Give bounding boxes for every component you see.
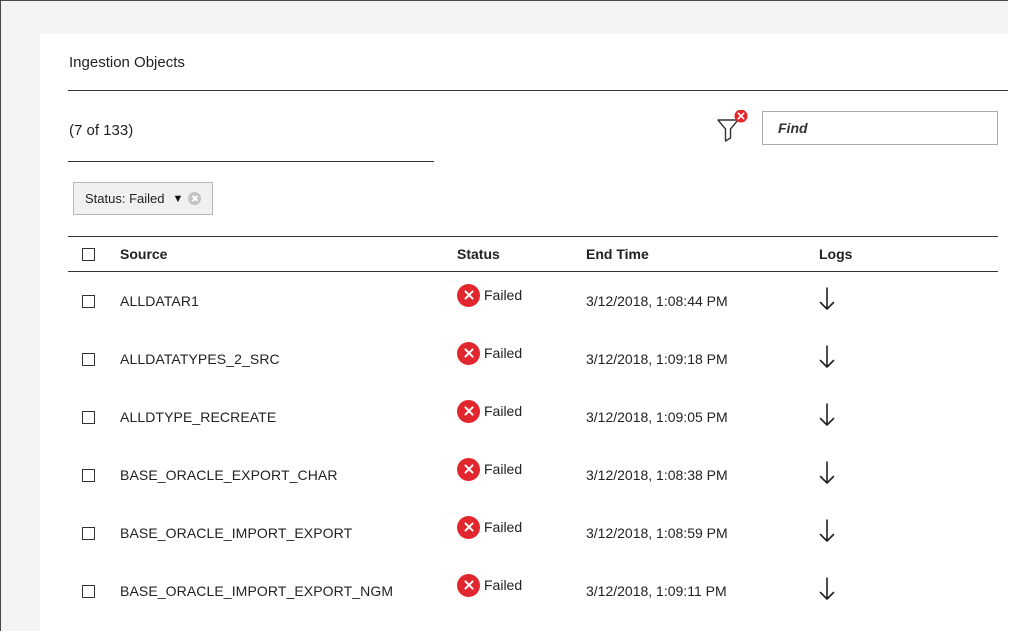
header-logs: Logs bbox=[819, 246, 853, 262]
title-divider bbox=[68, 90, 1008, 91]
row-checkbox[interactable] bbox=[82, 352, 95, 366]
download-log-icon[interactable] bbox=[819, 519, 835, 543]
table-row: ALLDATAR1 Failed 3/12/2018, 1:08:44 PM bbox=[68, 272, 998, 330]
row-source: BASE_ORACLE_IMPORT_EXPORT_NGM bbox=[120, 583, 394, 599]
row-end-time: 3/12/2018, 1:08:59 PM bbox=[586, 525, 728, 541]
failed-status-icon bbox=[457, 457, 480, 481]
table-row: BASE_ORACLE_IMPORT_EXPORT_NGM Failed 3/1… bbox=[68, 562, 998, 620]
status-text: Failed bbox=[484, 519, 523, 535]
row-checkbox[interactable] bbox=[82, 294, 95, 308]
row-checkbox[interactable] bbox=[82, 584, 95, 598]
status-text: Failed bbox=[484, 287, 523, 303]
table-row: ALLDTYPE_RECREATE Failed 3/12/2018, 1:09… bbox=[68, 388, 998, 446]
row-source: ALLDATAR1 bbox=[120, 293, 199, 309]
failed-status-icon bbox=[457, 573, 480, 597]
row-source: BASE_ORACLE_EXPORT_CHAR bbox=[120, 467, 338, 483]
download-log-icon[interactable] bbox=[819, 345, 835, 369]
status-filter-chip[interactable]: Status: Failed ▼ bbox=[73, 182, 214, 215]
header-end-time[interactable]: End Time bbox=[586, 237, 649, 271]
failed-status-icon bbox=[457, 399, 480, 423]
row-source: ALLDATATYPES_2_SRC bbox=[120, 351, 280, 367]
status-filter-label: Status: Failed bbox=[85, 191, 165, 206]
download-log-icon[interactable] bbox=[819, 461, 835, 485]
failed-status-icon bbox=[457, 283, 480, 307]
table-header: Source Status End Time Logs bbox=[68, 236, 998, 272]
status-cell: Failed bbox=[457, 573, 523, 597]
find-input[interactable] bbox=[762, 111, 998, 145]
header-source[interactable]: Source bbox=[120, 237, 167, 271]
row-source: ALLDTYPE_RECREATE bbox=[120, 409, 277, 425]
row-source: BASE_ORACLE_IMPORT_EXPORT bbox=[120, 525, 353, 541]
caret-down-icon[interactable]: ▼ bbox=[173, 193, 184, 205]
download-log-icon[interactable] bbox=[819, 577, 835, 601]
failed-status-icon bbox=[457, 341, 480, 365]
clear-filter-icon[interactable] bbox=[188, 192, 202, 205]
status-cell: Failed bbox=[457, 283, 523, 307]
row-checkbox[interactable] bbox=[82, 410, 95, 424]
table-row: BASE_ORACLE_EXPORT_CHAR Failed 3/12/2018… bbox=[68, 446, 998, 504]
row-checkbox[interactable] bbox=[82, 468, 95, 482]
result-count: (7 of 133) bbox=[69, 122, 134, 139]
status-cell: Failed bbox=[457, 341, 523, 365]
row-end-time: 3/12/2018, 1:09:11 PM bbox=[586, 583, 727, 599]
status-text: Failed bbox=[484, 577, 523, 593]
status-text: Failed bbox=[484, 403, 523, 419]
download-log-icon[interactable] bbox=[819, 287, 835, 311]
row-checkbox[interactable] bbox=[82, 526, 95, 540]
status-cell: Failed bbox=[457, 457, 523, 481]
row-end-time: 3/12/2018, 1:08:44 PM bbox=[586, 293, 728, 309]
table-body: ALLDATAR1 Failed 3/12/2018, 1:08:44 PM A… bbox=[68, 272, 998, 620]
table-row: ALLDATATYPES_2_SRC Failed 3/12/2018, 1:0… bbox=[68, 330, 998, 388]
ingestion-table: Source Status End Time Logs ALLDATAR1 Fa… bbox=[68, 236, 998, 620]
count-divider bbox=[68, 161, 434, 162]
table-row: BASE_ORACLE_IMPORT_EXPORT Failed 3/12/20… bbox=[68, 504, 998, 562]
download-log-icon[interactable] bbox=[819, 403, 835, 427]
row-end-time: 3/12/2018, 1:08:38 PM bbox=[586, 467, 728, 483]
panel-title: Ingestion Objects bbox=[69, 54, 185, 71]
ingestion-objects-panel: Ingestion Objects (7 of 133) Status: Fai… bbox=[40, 34, 1008, 631]
status-text: Failed bbox=[484, 461, 523, 477]
select-all-checkbox[interactable] bbox=[82, 247, 95, 261]
failed-status-icon bbox=[457, 515, 480, 539]
status-cell: Failed bbox=[457, 399, 523, 423]
status-cell: Failed bbox=[457, 515, 523, 539]
filter-button[interactable] bbox=[716, 110, 756, 146]
filter-clear-icon bbox=[717, 110, 748, 142]
row-end-time: 3/12/2018, 1:09:05 PM bbox=[586, 409, 728, 425]
row-end-time: 3/12/2018, 1:09:18 PM bbox=[586, 351, 728, 367]
status-text: Failed bbox=[484, 345, 523, 361]
header-status[interactable]: Status bbox=[457, 237, 500, 271]
